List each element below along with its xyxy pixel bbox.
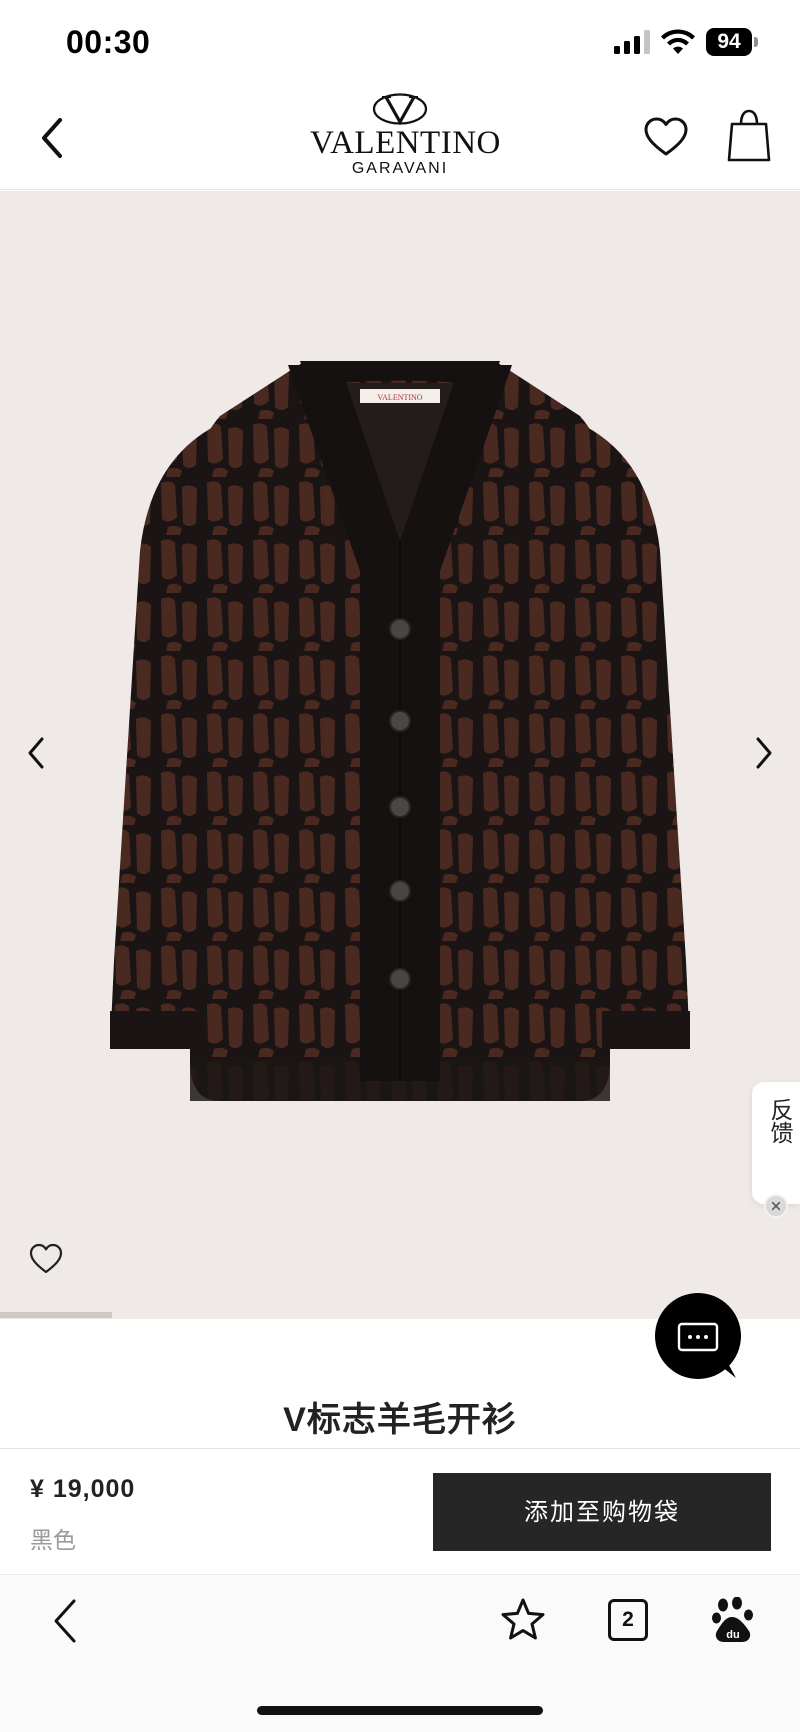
chevron-right-icon[interactable] xyxy=(750,731,778,775)
valentino-v-logo-icon xyxy=(372,93,428,126)
baidu-paw-icon[interactable]: du xyxy=(712,1597,754,1643)
heart-icon[interactable] xyxy=(28,1241,64,1277)
battery-indicator: 94 xyxy=(706,28,758,56)
purchase-bar: ¥ 19,000 黑色 添加至购物袋 xyxy=(0,1449,800,1573)
gallery-progress-fill xyxy=(0,1312,112,1318)
home-indicator xyxy=(257,1706,543,1715)
feedback-tab[interactable]: 反馈 xyxy=(752,1082,800,1204)
brand-logo[interactable]: VALENTINO GARAVANI xyxy=(310,92,501,186)
product-color[interactable]: 黑色 xyxy=(30,1521,76,1555)
shopping-bag-icon[interactable] xyxy=(726,108,772,164)
svg-text:du: du xyxy=(726,1629,739,1641)
chevron-left-icon[interactable] xyxy=(48,1597,84,1645)
add-to-bag-button[interactable]: 添加至购物袋 xyxy=(433,1473,771,1551)
brand-subname: GARAVANI xyxy=(351,160,449,177)
product-image: VALENTINO xyxy=(110,361,690,1101)
chevron-left-icon[interactable] xyxy=(22,731,50,775)
site-header: VALENTINO GARAVANI xyxy=(0,86,800,190)
cellular-signal-icon xyxy=(614,30,650,54)
chevron-left-icon[interactable] xyxy=(30,110,74,166)
garment-label: VALENTINO xyxy=(377,393,422,402)
product-title: V标志羊毛开衫 xyxy=(283,1401,517,1439)
battery-level: 94 xyxy=(706,28,752,56)
status-bar: 00:30 94 xyxy=(0,0,800,86)
battery-cap xyxy=(754,37,758,47)
brand-name: VALENTINO xyxy=(310,125,501,161)
tabs-count-button[interactable]: 2 xyxy=(608,1599,648,1641)
product-gallery[interactable]: VALENTINO xyxy=(0,191,800,1319)
product-price: ¥ 19,000 xyxy=(30,1475,136,1503)
close-icon[interactable] xyxy=(764,1194,788,1218)
feedback-label: 反馈 xyxy=(767,1098,793,1144)
chat-bubble-icon[interactable] xyxy=(654,1292,742,1380)
star-icon[interactable] xyxy=(500,1597,546,1643)
status-time: 00:30 xyxy=(66,24,151,60)
heart-icon[interactable] xyxy=(642,114,690,162)
wifi-icon xyxy=(661,29,695,54)
